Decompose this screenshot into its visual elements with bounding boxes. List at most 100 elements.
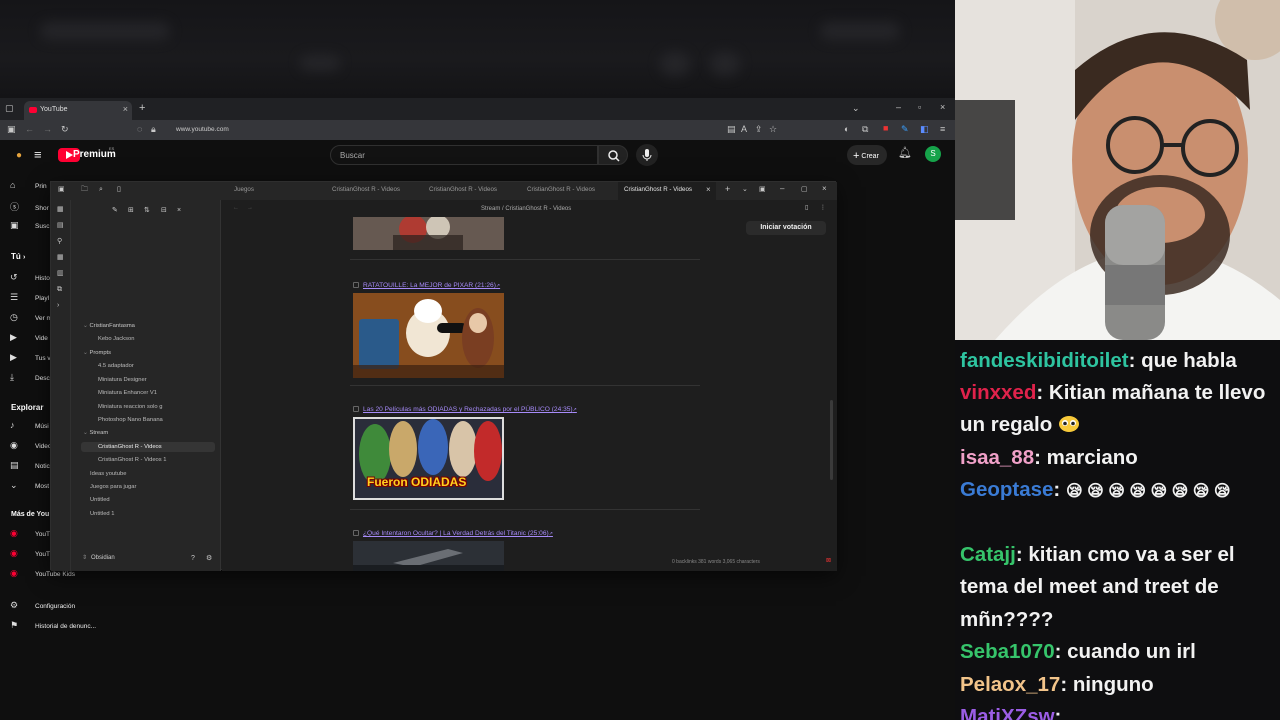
- tree-file-selected[interactable]: CristianGhost R - Videos: [98, 444, 162, 450]
- tree-file[interactable]: Miniatura Enhancer V1: [98, 390, 157, 396]
- collapse-all-icon[interactable]: ⊟: [161, 207, 167, 214]
- back-icon[interactable]: ←: [233, 205, 239, 211]
- tree-file[interactable]: Untitled 1: [90, 511, 115, 517]
- tab-list-icon[interactable]: ⌄: [742, 186, 748, 193]
- extension-icon[interactable]: ◐: [844, 125, 849, 134]
- video-thumbnail[interactable]: [353, 217, 504, 250]
- video-link[interactable]: RATATOUILLE: La MEJOR de PIXAR (21:26)↗: [353, 282, 500, 289]
- sidebar-toggle-icon[interactable]: ▣: [58, 186, 65, 193]
- maximize-icon[interactable]: ▢: [801, 186, 808, 193]
- tab-actions-icon[interactable]: ▢: [5, 104, 14, 113]
- sidebar-item-downloads[interactable]: ⤓ Desc: [10, 372, 50, 383]
- tab-videos-2[interactable]: CristianGhost R - Videos: [429, 186, 497, 193]
- ribbon-grid-icon[interactable]: ▦: [57, 206, 64, 213]
- video-thumbnail[interactable]: [353, 293, 504, 378]
- url-field[interactable]: www.youtube.com: [160, 123, 740, 137]
- sidebar-item-history[interactable]: ↺ Histo: [10, 272, 50, 283]
- sidebar-you-header[interactable]: Tú ›: [11, 252, 25, 261]
- close-tab-icon[interactable]: ×: [706, 186, 711, 194]
- sync-status-icon[interactable]: ⊠: [826, 558, 831, 564]
- tree-file[interactable]: Miniatura Designer: [98, 377, 147, 383]
- sidebar-item-music[interactable]: ♪ Músi: [10, 420, 49, 430]
- chat-username[interactable]: MatiXZsw: [960, 705, 1055, 720]
- scrollbar[interactable]: [830, 400, 833, 480]
- tree-file[interactable]: Untitled: [90, 497, 110, 503]
- sidebar-item-studio[interactable]: ◉ YouT: [10, 528, 50, 539]
- reload-icon[interactable]: ↻: [61, 125, 69, 134]
- checkbox[interactable]: [353, 530, 359, 536]
- extension-translate-icon[interactable]: ◧: [920, 125, 929, 134]
- sidebar-item-liked[interactable]: ▶ Vide: [10, 332, 48, 343]
- screenshot-icon[interactable]: ▤: [727, 125, 736, 134]
- sidebar-item-report-history[interactable]: ⚑ Historial de denunc...: [10, 620, 96, 631]
- lock-icon[interactable]: 🔒︎: [151, 125, 156, 134]
- chat-username[interactable]: fandeskibiditoilet: [960, 349, 1129, 372]
- ribbon-calendar-icon[interactable]: ▥: [57, 270, 64, 277]
- tree-folder[interactable]: ⌄ Stream: [83, 430, 108, 436]
- chat-username[interactable]: Pelaox_17: [960, 673, 1060, 696]
- new-folder-icon[interactable]: ⊞: [128, 207, 134, 214]
- tree-file[interactable]: Miniatura reaccion solo g: [98, 404, 162, 410]
- search-button[interactable]: [598, 145, 628, 165]
- search-input[interactable]: Buscar: [330, 145, 598, 165]
- ribbon-template-icon[interactable]: ⧉: [57, 286, 62, 293]
- tree-file[interactable]: Juegos para jugar: [90, 484, 136, 490]
- sidebar-toggle-icon[interactable]: ▣: [7, 125, 16, 134]
- ribbon-graph-icon[interactable]: ⚲: [57, 238, 62, 245]
- checkbox[interactable]: [353, 282, 359, 288]
- tree-file[interactable]: Ideas youtube: [90, 471, 126, 477]
- new-tab-icon[interactable]: +: [139, 103, 145, 114]
- bookmark-star-icon[interactable]: ☆: [769, 125, 777, 134]
- video-link[interactable]: Las 20 Películas más ODIADAS y Rechazada…: [353, 406, 577, 413]
- notifications-bell-icon[interactable]: 🔔︎: [898, 148, 912, 159]
- search-icon[interactable]: ⌕: [99, 186, 103, 193]
- chat-username[interactable]: vinxxed: [960, 381, 1036, 404]
- tree-folder[interactable]: ⌄ Prompts: [83, 350, 111, 356]
- sidebar-item-music-app[interactable]: ◉ YouT: [10, 548, 50, 559]
- close-window-icon[interactable]: ×: [822, 185, 827, 193]
- sidebar-item-your-videos[interactable]: ▶ Tus v: [10, 352, 51, 363]
- vault-name[interactable]: Obsidian: [91, 555, 115, 561]
- close-window-icon[interactable]: ×: [940, 103, 945, 112]
- settings-gear-icon[interactable]: ⚙: [206, 555, 212, 562]
- extensions-puzzle-icon[interactable]: ⧉: [862, 125, 868, 134]
- sidebar-item-home[interactable]: ⌂ Prin: [10, 180, 47, 190]
- ribbon-file-icon[interactable]: ▤: [57, 222, 64, 229]
- close-tab-icon[interactable]: ×: [123, 104, 128, 114]
- sort-icon[interactable]: ⇅: [144, 207, 150, 214]
- sidebar-item-playlists[interactable]: ☰ Playl: [10, 292, 49, 303]
- right-sidebar-icon[interactable]: ▣: [759, 186, 766, 193]
- sidebar-item-subscriptions[interactable]: ▣ Susc: [10, 220, 49, 231]
- browser-tab[interactable]: YouTube ×: [24, 101, 132, 120]
- restore-icon[interactable]: ▫: [918, 103, 921, 112]
- tree-file[interactable]: Photoshop Nano Banana: [98, 417, 163, 423]
- tab-videos-1[interactable]: CristianGhost R - Videos: [332, 186, 400, 193]
- chat-username[interactable]: Geoptase: [960, 478, 1053, 501]
- forward-icon[interactable]: →: [43, 125, 52, 134]
- sidebar-item-shorts[interactable]: ⓢ Shor: [10, 200, 49, 213]
- translate-icon[interactable]: A: [741, 125, 747, 134]
- bookmark-icon[interactable]: ▯: [117, 186, 121, 193]
- sidebar-item-watch-later[interactable]: ◷ Ver m: [10, 312, 52, 323]
- voice-search-button[interactable]: [636, 144, 658, 166]
- forward-icon[interactable]: →: [247, 205, 253, 211]
- more-options-icon[interactable]: ⋮: [820, 205, 826, 211]
- new-note-icon[interactable]: ✎: [112, 207, 118, 214]
- tab-videos-3[interactable]: CristianGhost R - Videos: [527, 186, 595, 193]
- new-tab-icon[interactable]: +: [725, 185, 730, 194]
- tree-file[interactable]: CristianGhost R - Videos 1: [98, 457, 167, 463]
- help-icon[interactable]: ?: [191, 555, 195, 562]
- back-icon[interactable]: ←: [25, 125, 34, 134]
- reading-view-icon[interactable]: ▯: [805, 205, 808, 211]
- sidebar-item-settings[interactable]: ⚙ Configuración: [10, 600, 75, 611]
- video-link[interactable]: ¿Qué Intentaron Ocultar? | La Verdad Det…: [353, 530, 553, 537]
- chat-username[interactable]: Seba1070: [960, 640, 1055, 663]
- ribbon-terminal-icon[interactable]: ›: [57, 302, 59, 309]
- vault-switcher-icon[interactable]: ⇕: [82, 555, 87, 561]
- extension-blue-icon[interactable]: ✎: [901, 125, 909, 134]
- shield-icon[interactable]: ◌: [137, 125, 142, 134]
- minimize-icon[interactable]: –: [780, 185, 784, 193]
- share-icon[interactable]: ⇪: [755, 125, 763, 134]
- chat-username[interactable]: isaa_88: [960, 446, 1034, 469]
- sidebar-item-more[interactable]: ⌄ Most: [10, 480, 49, 491]
